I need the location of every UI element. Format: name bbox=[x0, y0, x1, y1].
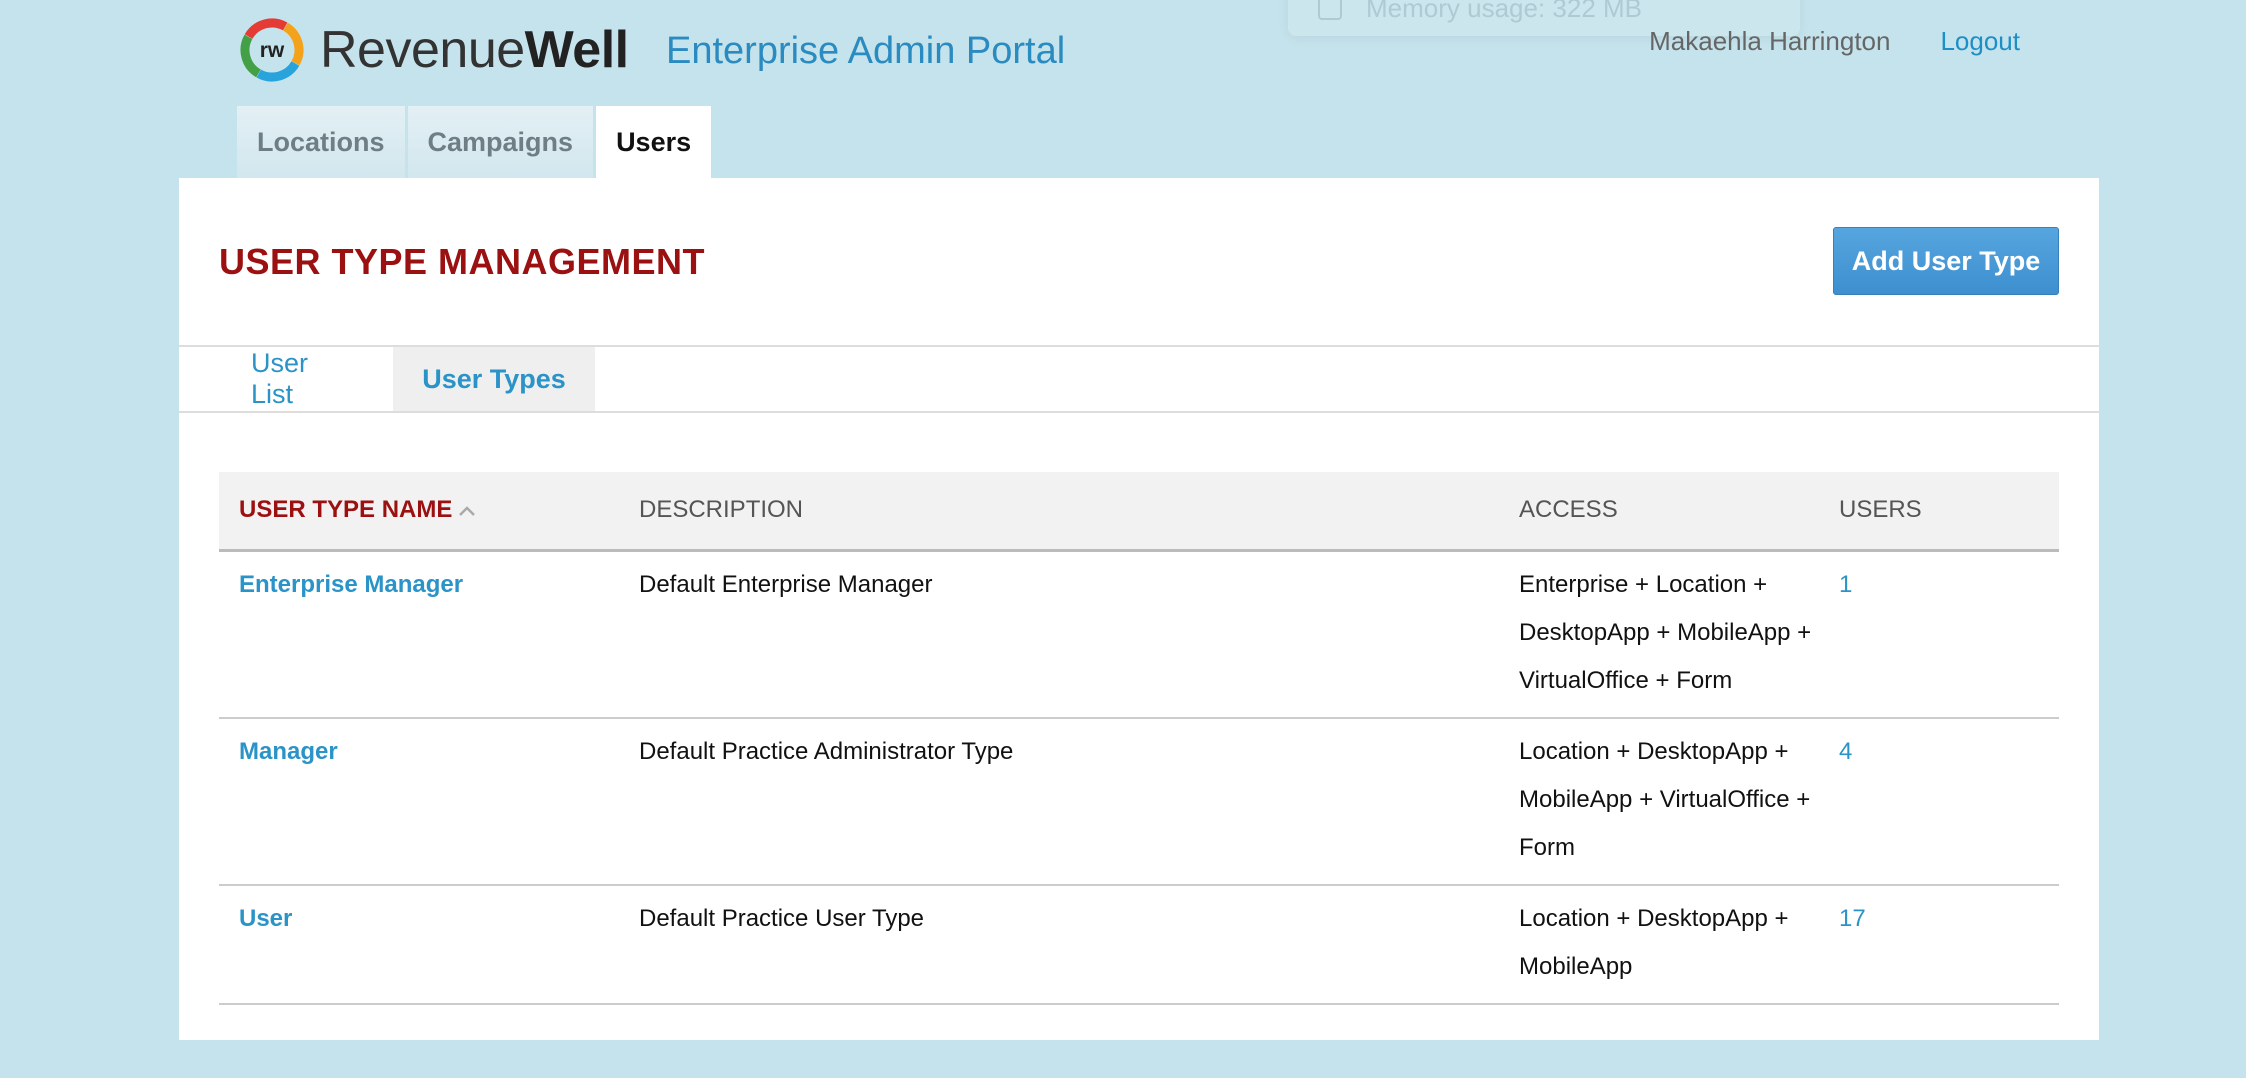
cell-description: Default Enterprise Manager bbox=[639, 550, 1519, 719]
column-header-user-type-name[interactable]: USER TYPE NAME bbox=[219, 472, 639, 552]
checkbox-icon bbox=[1318, 0, 1342, 20]
logo-mark-text: rw bbox=[260, 39, 285, 62]
cell-users: 4 bbox=[1839, 717, 2059, 886]
column-header-users: USERS bbox=[1839, 472, 2059, 552]
users-count-link[interactable]: 4 bbox=[1839, 738, 1852, 765]
cell-users: 17 bbox=[1839, 884, 2059, 1005]
content-panel: USER TYPE MANAGEMENT Add User Type User … bbox=[179, 178, 2099, 1040]
revenuewell-logo-icon: rw bbox=[240, 18, 304, 82]
page-title: USER TYPE MANAGEMENT bbox=[219, 241, 706, 282]
chevron-up-icon bbox=[459, 506, 476, 516]
users-count-link[interactable]: 17 bbox=[1839, 905, 1866, 932]
tab-locations[interactable]: Locations bbox=[237, 106, 405, 178]
user-types-table: USER TYPE NAME DESCRIPTION ACCESS USERS … bbox=[219, 472, 2059, 1005]
cell-name: User bbox=[219, 884, 639, 1005]
cell-name: Enterprise Manager bbox=[219, 550, 639, 719]
table-row: Manager Default Practice Administrator T… bbox=[219, 717, 2059, 886]
access-line: Form bbox=[1519, 833, 1575, 861]
cell-description: Default Practice Administrator Type bbox=[639, 717, 1519, 886]
access-line: MobileApp bbox=[1519, 952, 1633, 980]
user-type-link[interactable]: Manager bbox=[239, 738, 338, 765]
column-header-description: DESCRIPTION bbox=[639, 472, 1519, 552]
cell-users: 1 bbox=[1839, 550, 2059, 719]
cell-access: Location + DesktopApp + MobileApp bbox=[1519, 884, 1839, 1005]
logout-link[interactable]: Logout bbox=[1940, 25, 2020, 57]
toast-text: Memory usage: 322 MB bbox=[1366, 0, 1643, 23]
user-type-link[interactable]: User bbox=[239, 905, 292, 932]
users-count-link[interactable]: 1 bbox=[1839, 571, 1852, 598]
revenuewell-logo[interactable]: rw RevenueWell bbox=[238, 16, 629, 84]
access-line: VirtualOffice + Form bbox=[1519, 666, 1733, 694]
user-type-link[interactable]: Enterprise Manager bbox=[239, 571, 463, 598]
column-header-label: USER TYPE NAME bbox=[239, 496, 453, 524]
table-header-row: USER TYPE NAME DESCRIPTION ACCESS USERS bbox=[219, 472, 2059, 552]
subtab-user-types[interactable]: User Types bbox=[393, 347, 595, 411]
access-line: Enterprise + Location + bbox=[1519, 570, 1768, 598]
tab-users[interactable]: Users bbox=[596, 106, 712, 178]
access-line: DesktopApp + MobileApp + bbox=[1519, 618, 1812, 646]
cell-name: Manager bbox=[219, 717, 639, 886]
subtabs: User List User Types bbox=[179, 345, 2099, 413]
cell-access: Enterprise + Location + DesktopApp + Mobi… bbox=[1519, 550, 1839, 719]
brand-name-bold: Well bbox=[524, 21, 629, 79]
add-user-type-button[interactable]: Add User Type bbox=[1833, 227, 2059, 295]
portal-title: Enterprise Admin Portal bbox=[666, 30, 1066, 72]
brand-name: RevenueWell bbox=[320, 16, 629, 84]
table-row: Enterprise Manager Default Enterprise Ma… bbox=[219, 550, 2059, 719]
table-row: User Default Practice User Type Location… bbox=[219, 884, 2059, 1005]
brand-name-regular: Revenue bbox=[320, 21, 525, 79]
cell-access: Location + DesktopApp + MobileApp + Virtu… bbox=[1519, 717, 1839, 886]
user-area: Makaehla Harrington Logout bbox=[1649, 25, 2020, 57]
current-user-name: Makaehla Harrington bbox=[1649, 26, 1891, 56]
column-header-access: ACCESS bbox=[1519, 472, 1839, 552]
main-nav-tabs: Locations Campaigns Users bbox=[237, 106, 714, 178]
tab-campaigns[interactable]: Campaigns bbox=[407, 106, 594, 178]
subtab-user-list[interactable]: User List bbox=[251, 347, 355, 411]
access-line: Location + DesktopApp + bbox=[1519, 737, 1789, 765]
access-line: Location + DesktopApp + bbox=[1519, 904, 1789, 932]
cell-description: Default Practice User Type bbox=[639, 884, 1519, 1005]
access-line: MobileApp + VirtualOffice + bbox=[1519, 785, 1811, 813]
